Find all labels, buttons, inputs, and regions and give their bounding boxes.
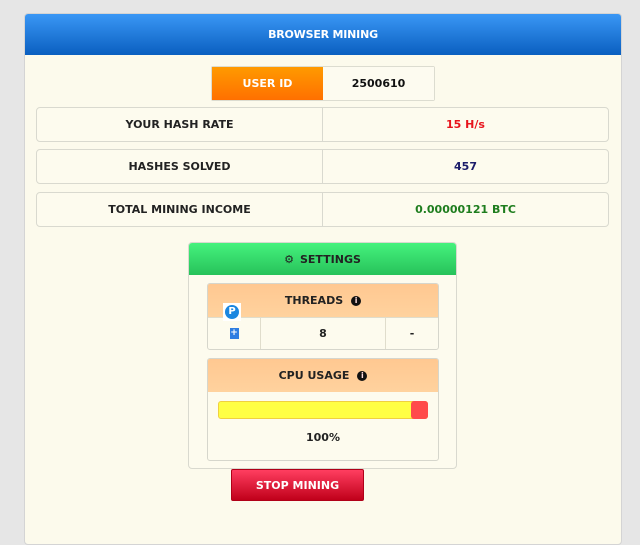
stat-mining-income: TOTAL MINING INCOME 0.00000121 BTC xyxy=(36,192,609,227)
threads-decrease-button[interactable]: - xyxy=(386,318,438,349)
cpu-slider-handle[interactable] xyxy=(411,401,428,419)
user-id-value: 2500610 xyxy=(323,67,434,100)
settings-panel: ⚙ SETTINGS THREADS i P + 8 - CPU USAGE i… xyxy=(188,242,457,469)
threads-label: THREADS xyxy=(284,294,344,307)
cpu-usage-percent: 100% xyxy=(306,431,340,444)
settings-header: ⚙ SETTINGS xyxy=(189,243,456,275)
cpu-usage-label: CPU USAGE xyxy=(278,369,350,382)
threads-increase-button[interactable]: + xyxy=(229,328,239,339)
info-icon[interactable]: i xyxy=(351,295,362,306)
stat-value: 15 H/s xyxy=(446,118,485,131)
threads-value: 8 xyxy=(261,318,386,349)
stat-label: YOUR HASH RATE xyxy=(37,108,323,141)
threads-increase-cell: P + xyxy=(208,303,261,349)
info-icon[interactable]: i xyxy=(357,370,368,381)
cpu-usage-header: CPU USAGE i xyxy=(208,359,438,392)
panel-title: BROWSER MINING xyxy=(25,14,621,55)
gear-icon: ⚙ xyxy=(284,252,294,266)
p-badge-icon: P xyxy=(225,305,239,319)
user-id-label: USER ID xyxy=(212,67,323,100)
stat-value: 0.00000121 BTC xyxy=(415,203,516,216)
stat-hashes-solved: HASHES SOLVED 457 xyxy=(36,149,609,184)
stat-label: HASHES SOLVED xyxy=(37,150,323,183)
threads-box: THREADS i P + 8 - xyxy=(207,283,439,350)
extension-badge[interactable]: P xyxy=(223,303,241,321)
stop-mining-button[interactable]: STOP MINING xyxy=(231,469,364,501)
browser-mining-panel: BROWSER MINING USER ID 2500610 YOUR HASH… xyxy=(24,13,622,545)
threads-stepper: P + 8 - xyxy=(208,303,438,349)
stat-hash-rate: YOUR HASH RATE 15 H/s xyxy=(36,107,609,142)
stat-value: 457 xyxy=(454,160,477,173)
cpu-usage-slider[interactable] xyxy=(218,401,428,419)
stat-label: TOTAL MINING INCOME xyxy=(37,193,323,226)
threads-header: THREADS i xyxy=(208,284,438,317)
settings-title: SETTINGS xyxy=(299,252,361,266)
cpu-usage-box: CPU USAGE i 100% xyxy=(207,358,439,461)
user-id-box: USER ID 2500610 xyxy=(211,66,435,101)
